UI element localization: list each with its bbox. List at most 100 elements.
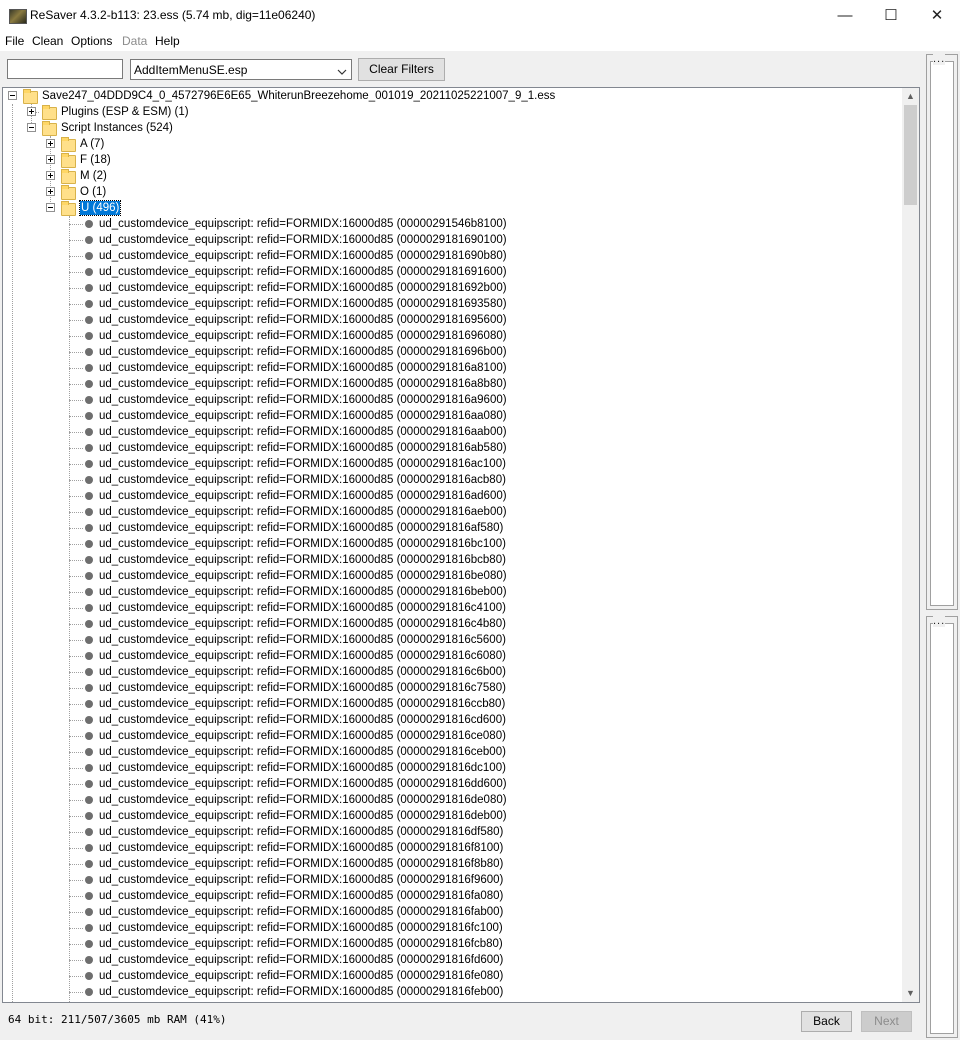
tree-node-group-f[interactable]: F (18) <box>3 152 904 168</box>
script-instance-item[interactable]: ud_customdevice_equipscript: refid=FORMI… <box>3 312 904 328</box>
script-instance-item[interactable]: ud_customdevice_equipscript: refid=FORMI… <box>3 344 904 360</box>
expand-icon[interactable] <box>46 187 55 196</box>
script-instance-item[interactable]: ud_customdevice_equipscript: refid=FORMI… <box>3 552 904 568</box>
expand-icon[interactable] <box>27 107 36 116</box>
info-panel-bottom-content[interactable] <box>930 623 954 1034</box>
script-instance-item[interactable]: ud_customdevice_equipscript: refid=FORMI… <box>3 424 904 440</box>
script-instance-icon <box>85 812 93 820</box>
script-instance-item[interactable]: ud_customdevice_equipscript: refid=FORMI… <box>3 600 904 616</box>
menu-options[interactable]: Options <box>71 34 112 48</box>
script-instance-item[interactable]: ud_customdevice_equipscript: refid=FORMI… <box>3 360 904 376</box>
script-instance-item[interactable]: ud_customdevice_equipscript: refid=FORMI… <box>3 488 904 504</box>
script-instance-item[interactable]: ud_customdevice_equipscript: refid=FORMI… <box>3 568 904 584</box>
script-instance-item[interactable]: ud_customdevice_equipscript: refid=FORMI… <box>3 888 904 904</box>
script-instance-prefix: ud_customdevice_equipscript: refid=FORMI… <box>99 362 394 374</box>
script-instance-item[interactable]: ud_customdevice_equipscript: refid=FORMI… <box>3 616 904 632</box>
script-instance-id: (00000291816ce080) <box>396 730 506 742</box>
script-instance-item[interactable]: ud_customdevice_equipscript: refid=FORMI… <box>3 504 904 520</box>
script-instance-item[interactable]: ud_customdevice_equipscript: refid=FORMI… <box>3 408 904 424</box>
scroll-down-icon[interactable]: ▼ <box>902 985 919 1002</box>
scroll-up-icon[interactable]: ▲ <box>902 88 919 105</box>
script-instance-item[interactable]: ud_customdevice_equipscript: refid=FORMI… <box>3 984 904 1000</box>
close-button[interactable]: ✕ <box>914 0 960 31</box>
back-button[interactable]: Back <box>801 1011 852 1032</box>
tree-node-script-instances[interactable]: Script Instances (524) <box>3 120 904 136</box>
expand-icon[interactable] <box>46 171 55 180</box>
script-instance-item[interactable]: ud_customdevice_equipscript: refid=FORMI… <box>3 232 904 248</box>
tree-node-group-o[interactable]: O (1) <box>3 184 904 200</box>
menu-file[interactable]: File <box>5 34 24 48</box>
script-instance-item[interactable]: ud_customdevice_equipscript: refid=FORMI… <box>3 648 904 664</box>
scroll-thumb[interactable] <box>904 105 917 205</box>
script-instance-item[interactable]: ud_customdevice_equipscript: refid=FORMI… <box>3 744 904 760</box>
script-instance-item[interactable]: ud_customdevice_equipscript: refid=FORMI… <box>3 296 904 312</box>
script-instance-prefix: ud_customdevice_equipscript: refid=FORMI… <box>99 650 394 662</box>
script-instance-prefix: ud_customdevice_equipscript: refid=FORMI… <box>99 602 394 614</box>
script-instance-item[interactable]: ud_customdevice_equipscript: refid=FORMI… <box>3 696 904 712</box>
script-instance-item[interactable]: ud_customdevice_equipscript: refid=FORMI… <box>3 936 904 952</box>
script-instance-label: ud_customdevice_equipscript: refid=FORMI… <box>99 777 507 791</box>
collapse-icon[interactable] <box>8 91 17 100</box>
tree-node-plugins[interactable]: Plugins (ESP & ESM) (1) <box>3 104 904 120</box>
tree-node-label: Plugins (ESP & ESM) (1) <box>61 106 189 118</box>
expand-icon[interactable] <box>46 139 55 148</box>
minimize-button[interactable]: — <box>822 0 868 31</box>
script-instance-item[interactable]: ud_customdevice_equipscript: refid=FORMI… <box>3 968 904 984</box>
script-instance-item[interactable]: ud_customdevice_equipscript: refid=FORMI… <box>3 680 904 696</box>
script-instance-item[interactable]: ud_customdevice_equipscript: refid=FORMI… <box>3 536 904 552</box>
script-instance-item[interactable]: ud_customdevice_equipscript: refid=FORMI… <box>3 664 904 680</box>
script-instance-item[interactable]: ud_customdevice_equipscript: refid=FORMI… <box>3 808 904 824</box>
script-instance-item[interactable]: ud_customdevice_equipscript: refid=FORMI… <box>3 328 904 344</box>
next-button[interactable]: Next <box>861 1011 912 1032</box>
script-instance-item[interactable]: ud_customdevice_equipscript: refid=FORMI… <box>3 472 904 488</box>
filter-input[interactable] <box>7 59 123 79</box>
tree-node-group-a[interactable]: A (7) <box>3 136 904 152</box>
menu-data[interactable]: Data <box>122 34 147 48</box>
menu-clean[interactable]: Clean <box>32 34 63 48</box>
script-instance-id: (00000291816dd600) <box>396 778 507 790</box>
script-instance-item[interactable]: ud_customdevice_equipscript: refid=FORMI… <box>3 392 904 408</box>
script-instance-item[interactable]: ud_customdevice_equipscript: refid=FORMI… <box>3 824 904 840</box>
script-instance-item[interactable]: ud_customdevice_equipscript: refid=FORMI… <box>3 952 904 968</box>
script-instance-item[interactable]: ud_customdevice_equipscript: refid=FORMI… <box>3 792 904 808</box>
tree-node-root[interactable]: Save247_04DDD9C4_0_4572796E6E65_Whiterun… <box>3 88 904 104</box>
script-instance-item[interactable]: ud_customdevice_equipscript: refid=FORMI… <box>3 840 904 856</box>
script-instance-prefix: ud_customdevice_equipscript: refid=FORMI… <box>99 314 394 326</box>
plugin-filter-select[interactable]: AddItemMenuSE.esp <box>130 59 352 80</box>
script-instance-item[interactable]: ud_customdevice_equipscript: refid=FORMI… <box>3 216 904 232</box>
script-instance-item[interactable]: ud_customdevice_equipscript: refid=FORMI… <box>3 872 904 888</box>
script-instance-item[interactable]: ud_customdevice_equipscript: refid=FORMI… <box>3 904 904 920</box>
script-instance-item[interactable]: ud_customdevice_equipscript: refid=FORMI… <box>3 856 904 872</box>
tree-node-group-m[interactable]: M (2) <box>3 168 904 184</box>
collapse-icon[interactable] <box>27 123 36 132</box>
expand-icon[interactable] <box>46 155 55 164</box>
script-instance-id: (00000291816f8b80) <box>396 858 504 870</box>
clear-filters-button[interactable]: Clear Filters <box>358 58 445 81</box>
script-instance-prefix: ud_customdevice_equipscript: refid=FORMI… <box>99 778 394 790</box>
tree-node-group-u[interactable]: U (496) <box>3 200 904 216</box>
script-instance-item[interactable]: ud_customdevice_equipscript: refid=FORMI… <box>3 520 904 536</box>
script-instance-item[interactable]: ud_customdevice_equipscript: refid=FORMI… <box>3 712 904 728</box>
menu-help[interactable]: Help <box>155 34 180 48</box>
tree-vertical-scrollbar[interactable]: ▲ ▼ <box>902 88 919 1002</box>
script-instance-item[interactable]: ud_customdevice_equipscript: refid=FORMI… <box>3 440 904 456</box>
script-instance-icon <box>85 364 93 372</box>
info-panel-top-content[interactable] <box>930 61 954 606</box>
script-instance-item[interactable]: ud_customdevice_equipscript: refid=FORMI… <box>3 728 904 744</box>
script-instance-item[interactable]: ud_customdevice_equipscript: refid=FORMI… <box>3 264 904 280</box>
script-instance-item[interactable]: ud_customdevice_equipscript: refid=FORMI… <box>3 776 904 792</box>
script-instance-icon <box>85 396 93 404</box>
script-instance-item[interactable]: ud_customdevice_equipscript: refid=FORMI… <box>3 632 904 648</box>
script-instance-item[interactable]: ud_customdevice_equipscript: refid=FORMI… <box>3 456 904 472</box>
maximize-button[interactable]: ☐ <box>868 0 914 31</box>
script-instance-item[interactable]: ud_customdevice_equipscript: refid=FORMI… <box>3 248 904 264</box>
script-instance-item[interactable]: ud_customdevice_equipscript: refid=FORMI… <box>3 280 904 296</box>
script-instance-icon <box>85 620 93 628</box>
collapse-icon[interactable] <box>46 203 55 212</box>
script-instance-item[interactable]: ud_customdevice_equipscript: refid=FORMI… <box>3 376 904 392</box>
tree-node-label: Save247_04DDD9C4_0_4572796E6E65_Whiterun… <box>42 90 556 102</box>
script-instance-item[interactable]: ud_customdevice_equipscript: refid=FORMI… <box>3 584 904 600</box>
save-tree[interactable]: Save247_04DDD9C4_0_4572796E6E65_Whiterun… <box>3 88 904 1002</box>
script-instance-item[interactable]: ud_customdevice_equipscript: refid=FORMI… <box>3 920 904 936</box>
script-instance-item[interactable]: ud_customdevice_equipscript: refid=FORMI… <box>3 760 904 776</box>
